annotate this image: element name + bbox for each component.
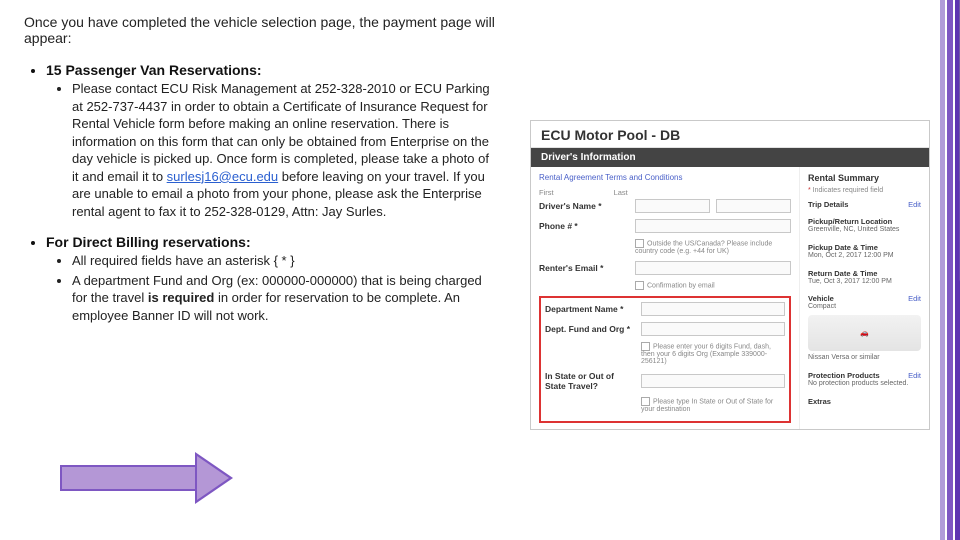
section-van-body: Please contact ECU Risk Management at 25… xyxy=(72,80,494,220)
label-name: Driver's Name * xyxy=(539,201,629,211)
input-email[interactable] xyxy=(635,261,791,275)
billing-bullet-2: A department Fund and Org (ex: 000000-00… xyxy=(72,272,494,325)
arrow-graphic xyxy=(60,452,233,504)
email-link[interactable]: surlesj16@ecu.edu xyxy=(167,169,278,184)
intro-text: Once you have completed the vehicle sele… xyxy=(24,14,504,46)
highlighted-required-box: Department Name * Dept. Fund and Org * P… xyxy=(539,296,791,423)
input-first-name[interactable] xyxy=(635,199,710,213)
section-van-heading: 15 Passenger Van Reservations: xyxy=(46,62,262,78)
terms-link[interactable]: Rental Agreement Terms and Conditions xyxy=(539,173,791,182)
label-fund: Dept. Fund and Org * xyxy=(545,324,635,334)
bullet-list: 15 Passenger Van Reservations: Please co… xyxy=(24,62,494,325)
input-last-name[interactable] xyxy=(716,199,791,213)
label-state: In State or Out of State Travel? xyxy=(545,371,635,391)
input-fund[interactable] xyxy=(641,322,785,336)
label-email: Renter's Email * xyxy=(539,263,629,273)
label-phone: Phone # * xyxy=(539,221,629,231)
edit-protection[interactable]: Edit xyxy=(908,371,921,380)
input-phone[interactable] xyxy=(635,219,791,233)
input-dept[interactable] xyxy=(641,302,785,316)
input-state[interactable] xyxy=(641,374,785,388)
section-billing: For Direct Billing reservations: All req… xyxy=(46,234,494,324)
checkbox-confirmation[interactable] xyxy=(635,281,644,290)
decorative-edge xyxy=(940,0,960,540)
label-dept: Department Name * xyxy=(545,304,635,314)
billing-bullet-1: All required fields have an asterisk { *… xyxy=(72,252,494,270)
section-van: 15 Passenger Van Reservations: Please co… xyxy=(46,62,494,220)
section-billing-heading: For Direct Billing reservations: xyxy=(46,234,251,250)
form-left: Rental Agreement Terms and Conditions Fi… xyxy=(531,167,799,429)
